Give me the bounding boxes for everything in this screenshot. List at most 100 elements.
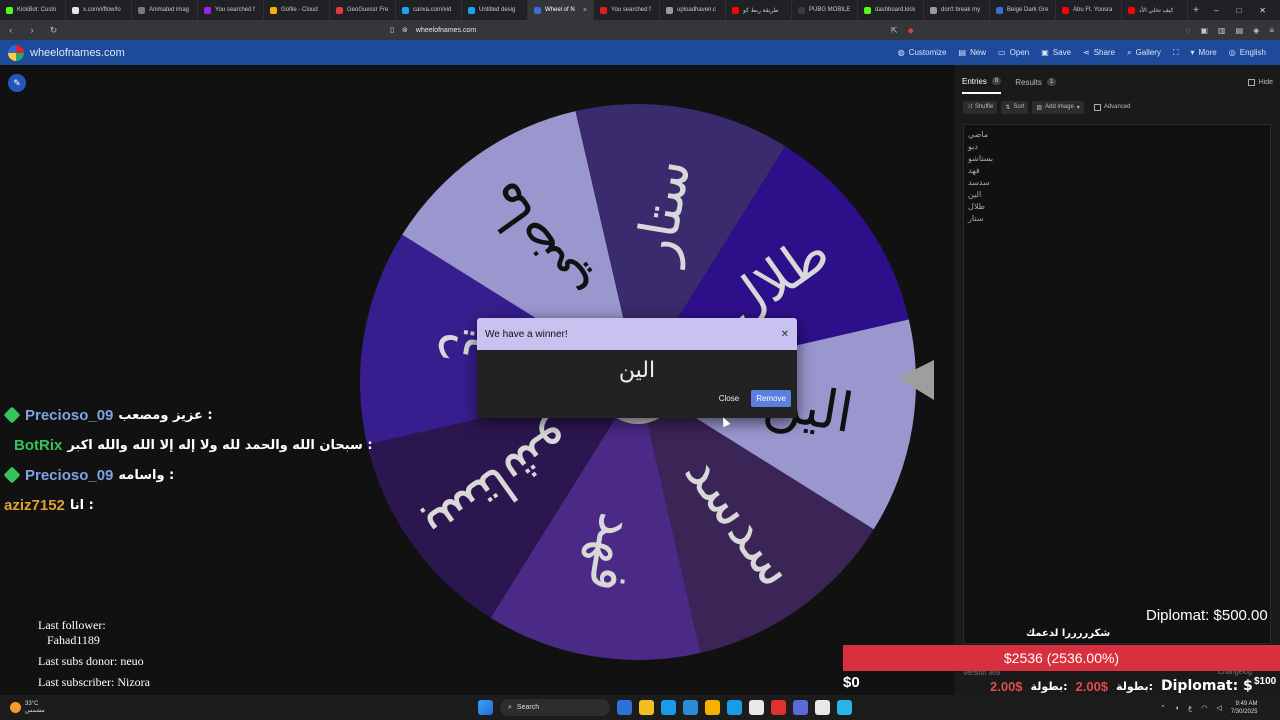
chevron-up-icon[interactable]: ⌃: [1160, 704, 1166, 712]
browser-tab[interactable]: GeoGuessr Fre: [330, 0, 396, 20]
maximize-button[interactable]: □: [1236, 6, 1241, 15]
site-info-icon[interactable]: ⊜: [402, 26, 408, 34]
close-icon[interactable]: ✕: [781, 329, 789, 340]
taskbar-app-icon[interactable]: [705, 700, 720, 715]
site-logo[interactable]: [8, 44, 24, 61]
taskbar-app-icon[interactable]: [771, 700, 786, 715]
wallet-icon[interactable]: ▤: [1236, 26, 1244, 35]
hide-toggle[interactable]: Hide: [1247, 78, 1273, 86]
back-icon[interactable]: ‹: [6, 25, 15, 35]
tab-title: Animated imag: [149, 7, 190, 13]
browser-tab[interactable]: uploadhaven.c: [660, 0, 726, 20]
browser-tab[interactable]: You searched f: [594, 0, 660, 20]
tab-close-icon[interactable]: ×: [583, 7, 587, 14]
entries-textarea[interactable]: ماضي ديو بستاشو فهد سدسد الين طلال ستار: [963, 124, 1271, 644]
nav-english[interactable]: ◎ English: [1229, 48, 1266, 58]
menu-icon[interactable]: ≡: [1269, 26, 1274, 35]
taskbar-app-icon[interactable]: [815, 700, 830, 715]
entry-line[interactable]: فهد: [968, 165, 1266, 177]
browser-tab[interactable]: Gofile - Cloud: [264, 0, 330, 20]
nav-save[interactable]: ▣ Save: [1041, 48, 1071, 58]
entry-line[interactable]: الين: [968, 189, 1266, 201]
browser-tab[interactable]: Beige Dark Gre: [990, 0, 1056, 20]
nav-fullscreen[interactable]: ⛶: [1173, 48, 1179, 58]
browser-tab[interactable]: x.com/i/flow/lo: [66, 0, 132, 20]
browser-tab[interactable]: don't break my: [924, 0, 990, 20]
entry-line[interactable]: طلال: [968, 201, 1266, 213]
advanced-checkbox[interactable]: [1093, 103, 1101, 111]
new-tab-button[interactable]: +: [1188, 5, 1204, 16]
browser-tab[interactable]: Wheel of N ×: [528, 0, 594, 20]
nav-customize[interactable]: ◍ Customize: [898, 48, 947, 58]
edit-pen-icon[interactable]: ✎: [8, 74, 26, 92]
browser-tab[interactable]: كيف تخلي الأد: [1122, 0, 1188, 20]
tab-entries[interactable]: Entries 8: [962, 71, 1002, 94]
taskbar-app-icon[interactable]: [683, 700, 698, 715]
shield-icon[interactable]: ◈: [1253, 26, 1259, 35]
wifi-icon[interactable]: ◠: [1201, 704, 1207, 712]
hide-label: Hide: [1258, 78, 1273, 86]
hide-checkbox[interactable]: [1247, 78, 1255, 86]
bookmark-icon[interactable]: ▯: [390, 26, 394, 34]
language-icon[interactable]: ع: [1188, 704, 1192, 712]
chat-message: Precioso_09: عزيز ومصعب: [3, 400, 364, 430]
reload-icon[interactable]: ↻: [49, 25, 58, 36]
browser-tab[interactable]: You searched f: [198, 0, 264, 20]
entry-line[interactable]: بستاشو: [968, 153, 1266, 165]
tab-favicon-icon: [6, 6, 13, 14]
browser-tab[interactable]: KickBot: Custo: [0, 0, 66, 20]
nav-open[interactable]: ▭ Open: [998, 48, 1029, 58]
nav-share[interactable]: ⋖ Share: [1083, 48, 1115, 58]
add-image-button[interactable]: ▨ Add image ▾: [1032, 100, 1084, 114]
shuffle-button[interactable]: ⤨ Shuffle: [963, 100, 998, 114]
nav-label: More: [1198, 48, 1217, 57]
sidebar-icon[interactable]: ▥: [1218, 26, 1226, 35]
close-button[interactable]: Close: [715, 390, 743, 407]
browser-tab[interactable]: Animated imag: [132, 0, 198, 20]
omnibox[interactable]: ▯ ⊜ wheelofnames.com: [390, 23, 879, 38]
browser-tab[interactable]: طريقة ربط كو: [726, 0, 792, 20]
close-window-button[interactable]: ✕: [1259, 6, 1266, 15]
browser-tab[interactable]: canva.com/vid: [396, 0, 462, 20]
clock[interactable]: 9:49 AM 7/30/2025: [1231, 700, 1258, 716]
share-page-icon[interactable]: ⇱: [891, 26, 898, 35]
nav-label: English: [1239, 48, 1266, 57]
taskbar-app-icon[interactable]: [639, 700, 654, 715]
browser-tab[interactable]: dashboard.kick: [858, 0, 924, 20]
weather-widget[interactable]: 33°C مشمس: [0, 701, 45, 714]
start-icon[interactable]: [478, 700, 493, 715]
minimize-button[interactable]: –: [1214, 6, 1218, 15]
tab-favicon-icon: [666, 6, 673, 14]
browser-tab[interactable]: Abu Ft. Yousra: [1056, 0, 1122, 20]
browser-tab[interactable]: Untitled desig: [462, 0, 528, 20]
nav-more[interactable]: ▾ More: [1191, 48, 1217, 58]
taskbar-app-icon[interactable]: [661, 700, 676, 715]
extension-icon[interactable]: ◆: [908, 26, 914, 35]
volume-icon[interactable]: ◁: [1216, 704, 1221, 712]
url-text[interactable]: wheelofnames.com: [416, 27, 476, 34]
advanced-toggle[interactable]: Advanced: [1093, 103, 1131, 111]
screenshot-icon[interactable]: ▣: [1200, 26, 1208, 35]
nav-gallery[interactable]: ⌕ Gallery: [1127, 48, 1161, 58]
sort-button[interactable]: ⇅ Sort: [1001, 100, 1029, 114]
entry-line[interactable]: ماضي: [968, 129, 1266, 141]
nav-new[interactable]: ▤ New: [959, 48, 987, 58]
browser-tab[interactable]: PUBG MOBILE: [792, 0, 858, 20]
site-header: wheelofnames.com ◍ Customize ▤ New ▭ Open ▣ Sav…: [0, 40, 1280, 65]
entry-line[interactable]: ديو: [968, 141, 1266, 153]
entry-line[interactable]: سدسد: [968, 177, 1266, 189]
extensions-area: ⇱ ◆: [891, 26, 914, 35]
taskbar-app-icon[interactable]: [837, 700, 852, 715]
mic-icon[interactable]: ◖: [1175, 705, 1179, 712]
tab-results[interactable]: Results 1: [1015, 72, 1057, 93]
chat-icon[interactable]: ◌: [1186, 26, 1191, 35]
taskbar-app-icon[interactable]: [727, 700, 742, 715]
taskbar-search[interactable]: ⌕ Search: [500, 699, 610, 716]
entry-line[interactable]: ستار: [968, 213, 1266, 225]
remove-button[interactable]: Remove: [751, 390, 791, 407]
forward-icon[interactable]: ›: [27, 25, 36, 35]
taskbar-app-icon[interactable]: [793, 700, 808, 715]
taskbar-app-icon[interactable]: [749, 700, 764, 715]
taskbar-app-icon[interactable]: [617, 700, 632, 715]
site-name[interactable]: wheelofnames.com: [30, 47, 125, 59]
